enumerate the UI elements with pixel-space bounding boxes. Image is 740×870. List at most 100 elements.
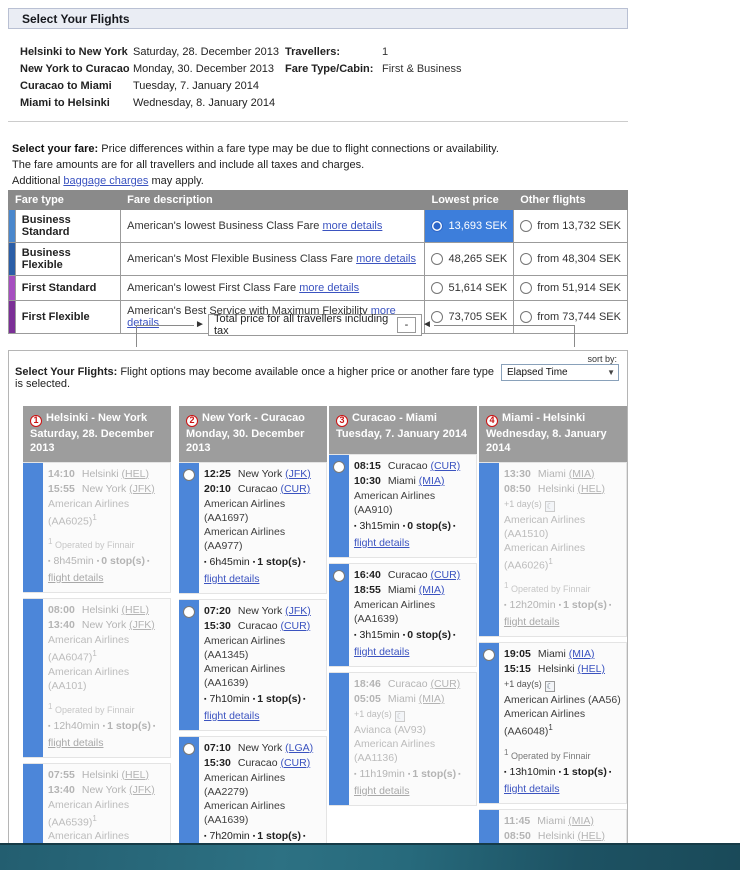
lowest-price-radio[interactable] (431, 311, 443, 323)
fare-type-row: Fare Type/Cabin: First & Business (285, 61, 461, 78)
overnight-icon: ☾ (545, 501, 555, 512)
flight-option-details: 14:10Helsinki (HEL)15:55New York (JFK)Am… (43, 463, 170, 593)
station-code-link[interactable]: (HEL) (578, 663, 605, 675)
connector-line-left (136, 325, 194, 347)
flight-details-link[interactable]: flight details (504, 782, 559, 796)
fare-name: First Standard (15, 276, 120, 301)
more-details-link[interactable]: more details (322, 220, 382, 232)
other-flights-radio[interactable] (520, 282, 532, 294)
lowest-price-cell[interactable]: 13,693 SEK (425, 210, 514, 243)
lowest-price-cell[interactable]: 51,614 SEK (425, 276, 514, 301)
separator-icon: ▪ (48, 558, 50, 565)
flight-details-link[interactable]: flight details (354, 645, 409, 659)
more-details-link[interactable]: more details (356, 253, 416, 265)
arr-city: New York (82, 619, 129, 631)
airline-name: American Airlines (AA1510) (504, 513, 623, 541)
flight-option-radio[interactable] (183, 606, 195, 618)
flight-option-radio[interactable] (183, 469, 195, 481)
duration-stops-line: ▪12h40min▪1 stop(s)▪ (48, 719, 167, 734)
airline-name: American Airlines (AA101) (48, 665, 167, 693)
station-code-link[interactable]: (HEL) (122, 468, 149, 480)
station-code-link[interactable]: (JFK) (129, 619, 155, 631)
arr-city: Helsinki (538, 483, 578, 495)
arr-line: 13:40New York (JFK) (48, 783, 167, 797)
flight-details-link[interactable]: flight details (354, 784, 409, 798)
flight-option-radio[interactable] (483, 649, 495, 661)
dep-time: 16:40 (354, 569, 381, 581)
station-code-link[interactable]: (HEL) (578, 830, 605, 842)
sort-select[interactable]: Elapsed Time ▼ (501, 364, 619, 381)
station-code-link[interactable]: (CUR) (430, 678, 460, 690)
stops: 0 stop(s) (101, 555, 145, 567)
station-code-link[interactable]: (HEL) (122, 604, 149, 616)
lowest-price-cell[interactable]: 48,265 SEK (425, 243, 514, 276)
flight-columns: 1Helsinki - New YorkSaturday, 28. Decemb… (23, 406, 627, 870)
station-code-link[interactable]: (HEL) (122, 769, 149, 781)
leg-route-title: New York - Curacao (202, 412, 305, 424)
station-code-link[interactable]: (MIA) (569, 468, 595, 480)
airline-name: American Airlines (AA1345) (204, 634, 323, 662)
flight-details-link[interactable]: flight details (48, 736, 103, 750)
flight-details-link[interactable]: flight details (504, 615, 559, 629)
other-flights-radio[interactable] (520, 220, 532, 232)
arr-city: Helsinki (538, 663, 578, 675)
station-code-link[interactable]: (MIA) (419, 475, 445, 487)
station-code-link[interactable]: (MIA) (568, 815, 594, 827)
station-code-link[interactable]: (MIA) (419, 584, 445, 596)
flight-option-radio[interactable] (183, 743, 195, 755)
arr-city: New York (82, 784, 129, 796)
station-code-link[interactable]: (LGA) (285, 742, 313, 754)
stops: 1 stop(s) (412, 768, 456, 780)
flight-details-link[interactable]: flight details (204, 709, 259, 723)
other-flights-cell[interactable]: from 13,732 SEK (514, 210, 628, 243)
lowest-price-radio[interactable] (431, 282, 443, 294)
dep-city: Miami (538, 648, 569, 660)
stops: 1 stop(s) (257, 693, 301, 705)
flight-details-link[interactable]: flight details (204, 572, 259, 586)
summary-leg: Miami to Helsinki Wednesday, 8. January … (20, 95, 279, 112)
duration: 13h10min (509, 766, 555, 778)
station-code-link[interactable]: (MIA) (569, 648, 595, 660)
more-details-link[interactable]: more details (299, 282, 359, 294)
flight-option-radio[interactable] (333, 461, 345, 473)
flight-option-details: 19:05Miami (MIA)15:15Helsinki (HEL)+1 da… (499, 643, 626, 803)
arrow-right-icon: ► (195, 320, 205, 330)
duration-stops-line: ▪12h20min▪1 stop(s)▪ (504, 598, 623, 613)
flight-option-radio[interactable] (333, 570, 345, 582)
baggage-charges-link[interactable]: baggage charges (63, 175, 148, 187)
station-code-link[interactable]: (JFK) (129, 784, 155, 796)
station-code-link[interactable]: (HEL) (578, 483, 605, 495)
flight-details-link[interactable]: flight details (354, 536, 409, 550)
station-code-link[interactable]: (CUR) (430, 569, 460, 581)
flight-option-details: 08:00Helsinki (HEL)13:40New York (JFK)Am… (43, 599, 170, 757)
duration: 7h10min (209, 693, 249, 705)
flight-details-link[interactable]: flight details (48, 571, 103, 585)
station-code-link[interactable]: (JFK) (285, 468, 311, 480)
other-flights-radio[interactable] (520, 311, 532, 323)
station-code-link[interactable]: (JFK) (129, 483, 155, 495)
plus-days: +1 day(s)☾ (504, 497, 623, 512)
fare-name: Business Standard (15, 210, 120, 243)
lowest-price-radio[interactable] (431, 253, 443, 265)
flight-option: 08:15Curacao (CUR)10:30Miami (MIA)Americ… (329, 454, 477, 558)
station-code-link[interactable]: (CUR) (280, 620, 310, 632)
other-flights-value: from 73,744 SEK (537, 311, 621, 323)
arr-time: 15:30 (204, 620, 231, 632)
dep-line: 14:10Helsinki (HEL) (48, 467, 167, 481)
station-code-link[interactable]: (CUR) (280, 757, 310, 769)
other-flights-cell[interactable]: from 48,304 SEK (514, 243, 628, 276)
fare-color-bar (9, 243, 16, 276)
other-flights-value: from 48,304 SEK (537, 253, 621, 265)
fare-color-bar (9, 301, 16, 334)
lowest-price-radio[interactable] (431, 220, 443, 232)
leg-route: Curacao to Miami (20, 78, 133, 95)
other-flights-cell[interactable]: from 51,914 SEK (514, 276, 628, 301)
flight-option-details: 13:30Miami (MIA)08:50Helsinki (HEL)+1 da… (499, 463, 626, 637)
station-code-link[interactable]: (JFK) (285, 605, 311, 617)
other-flights-radio[interactable] (520, 253, 532, 265)
station-code-link[interactable]: (CUR) (430, 460, 460, 472)
station-code-link[interactable]: (MIA) (419, 693, 445, 705)
arr-city: Curacao (238, 483, 281, 495)
stops: 1 stop(s) (563, 766, 607, 778)
station-code-link[interactable]: (CUR) (280, 483, 310, 495)
